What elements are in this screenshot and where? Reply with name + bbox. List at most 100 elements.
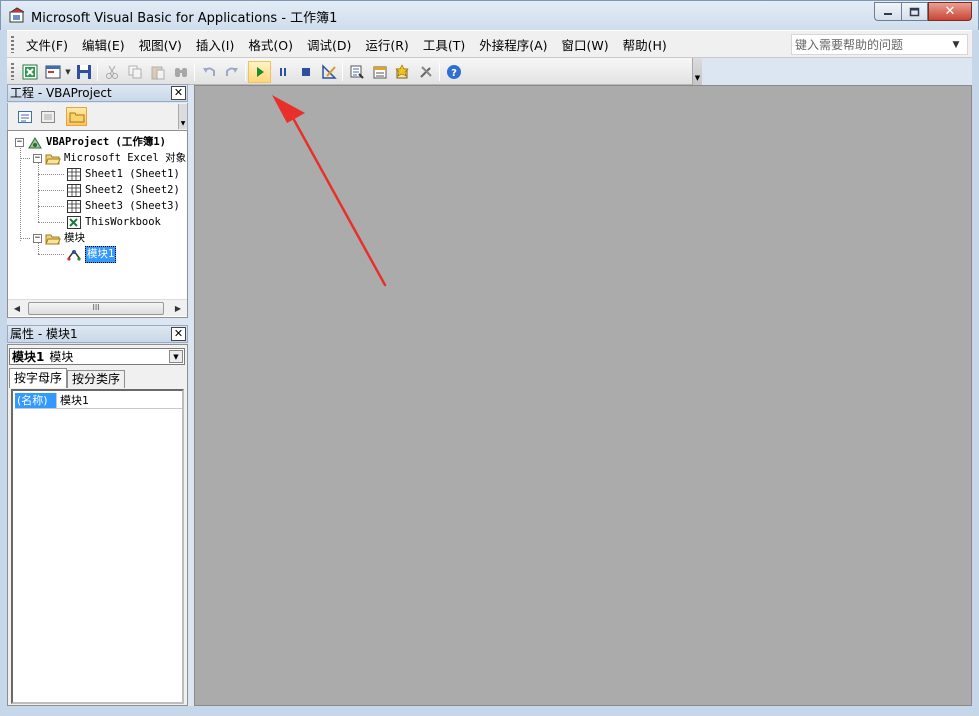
- property-name: (名称): [15, 393, 57, 408]
- folder-open-icon: [45, 232, 61, 246]
- collapse-icon[interactable]: −: [33, 234, 42, 243]
- minimize-button[interactable]: [874, 2, 901, 21]
- cut-button[interactable]: [100, 61, 123, 83]
- restore-button[interactable]: [901, 2, 928, 21]
- save-button[interactable]: [72, 61, 95, 83]
- undo-button[interactable]: [197, 61, 220, 83]
- tree-node-thisworkbook[interactable]: ThisWorkbook: [66, 215, 161, 230]
- tree-node-module1[interactable]: 模块1: [66, 246, 117, 263]
- scroll-right-icon[interactable]: ▶: [171, 302, 185, 315]
- toolbar-separator: [342, 62, 343, 81]
- project-explorer-button[interactable]: [345, 61, 368, 83]
- menu-window[interactable]: 窗口(W): [555, 35, 616, 54]
- properties-pane-close-icon[interactable]: ✕: [171, 327, 186, 341]
- title-bar[interactable]: Microsoft Visual Basic for Applications …: [0, 0, 979, 30]
- project-pane-title[interactable]: 工程 - VBAProject ✕: [7, 84, 188, 102]
- insert-userform-icon: [45, 65, 60, 78]
- view-code-icon: [17, 110, 32, 123]
- undo-icon: [202, 67, 215, 76]
- tree-connector: [38, 190, 64, 191]
- tree-node-sheet1[interactable]: Sheet1 (Sheet1): [66, 167, 180, 182]
- copy-button[interactable]: [123, 61, 146, 83]
- tree-node-sheet2[interactable]: Sheet2 (Sheet2): [66, 183, 180, 198]
- menu-insert[interactable]: 插入(I): [189, 35, 241, 54]
- tree-label: 模块1: [85, 246, 117, 263]
- tree-label: Sheet2 (Sheet2): [85, 184, 180, 196]
- tree-label: 模块: [64, 232, 85, 244]
- toolbar-separator: [439, 62, 440, 81]
- help-search-box: ▼: [791, 34, 968, 55]
- menu-run[interactable]: 运行(R): [358, 35, 415, 54]
- close-button[interactable]: ✕: [928, 2, 972, 21]
- reset-icon: [301, 67, 310, 76]
- menu-debug[interactable]: 调试(D): [300, 35, 358, 54]
- worksheet-icon: [66, 200, 82, 214]
- menu-edit[interactable]: 编辑(E): [75, 35, 132, 54]
- toolbar-separator: [97, 62, 98, 81]
- redo-button[interactable]: [220, 61, 243, 83]
- toolbar-grip[interactable]: [11, 63, 14, 80]
- menu-grip[interactable]: [11, 36, 14, 53]
- menu-tools[interactable]: 工具(T): [416, 35, 472, 54]
- chevron-down-icon[interactable]: ▼: [169, 350, 183, 363]
- paste-button[interactable]: [146, 61, 169, 83]
- menu-format[interactable]: 格式(O): [241, 35, 300, 54]
- scroll-thumb[interactable]: III: [28, 302, 164, 315]
- project-tree-hscrollbar[interactable]: ◀ III ▶: [8, 299, 187, 316]
- tree-connector: [20, 238, 30, 239]
- menu-help[interactable]: 帮助(H): [616, 35, 674, 54]
- chevron-down-icon[interactable]: ▼: [946, 40, 966, 50]
- toggle-folders-button[interactable]: [66, 107, 87, 126]
- object-select[interactable]: 模块1 模块 ▼: [9, 348, 185, 365]
- insert-dropdown-icon[interactable]: ▼: [64, 68, 72, 76]
- properties-pane-title-text: 属性 - 模块1: [10, 327, 78, 341]
- help-icon: ?: [446, 64, 461, 79]
- menu-view[interactable]: 视图(V): [132, 35, 189, 54]
- close-icon: ✕: [944, 4, 956, 19]
- view-object-button[interactable]: [37, 107, 58, 126]
- tree-label: Sheet1 (Sheet1): [85, 168, 180, 180]
- tree-connector: [38, 222, 64, 223]
- code-workspace[interactable]: [194, 85, 972, 706]
- tree-node-modules[interactable]: − 模块: [33, 231, 85, 246]
- find-button[interactable]: [169, 61, 192, 83]
- properties-window-button[interactable]: [368, 61, 391, 83]
- break-icon: [279, 67, 286, 76]
- menu-file[interactable]: 文件(F): [19, 35, 75, 54]
- view-object-icon: [40, 110, 55, 123]
- run-button[interactable]: [248, 60, 271, 83]
- toolbox-button[interactable]: [414, 61, 437, 83]
- reset-button[interactable]: [294, 61, 317, 83]
- toolbar-separator: [245, 62, 246, 81]
- property-value[interactable]: 模块1: [57, 393, 89, 408]
- object-browser-button[interactable]: [391, 61, 414, 83]
- break-button[interactable]: [271, 61, 294, 83]
- project-pane-close-icon[interactable]: ✕: [171, 86, 186, 100]
- help-search-input[interactable]: [792, 35, 946, 54]
- property-row[interactable]: (名称) 模块1: [15, 393, 182, 409]
- view-excel-icon: [22, 64, 37, 79]
- svg-text:?: ?: [451, 68, 457, 79]
- project-pane-toolbar: ▼: [7, 103, 188, 130]
- tree-node-sheet3[interactable]: Sheet3 (Sheet3): [66, 199, 180, 214]
- insert-userform-button[interactable]: [41, 61, 64, 83]
- help-button[interactable]: ?: [442, 61, 465, 83]
- folder-open-icon: [45, 152, 61, 166]
- design-mode-button[interactable]: [317, 61, 340, 83]
- tree-node-vbaproject[interactable]: − VBAProject (工作簿1): [15, 135, 166, 150]
- toolbar-overflow-icon[interactable]: ▼: [178, 104, 187, 129]
- properties-pane-title[interactable]: 属性 - 模块1 ✕: [7, 325, 188, 343]
- tab-categorized[interactable]: 按分类序: [67, 370, 126, 388]
- menu-addins[interactable]: 外接程序(A): [472, 35, 554, 54]
- worksheet-icon: [66, 168, 82, 182]
- find-icon: [174, 67, 187, 77]
- tab-alphabetic[interactable]: 按字母序: [9, 368, 68, 388]
- collapse-icon[interactable]: −: [15, 138, 24, 147]
- view-excel-button[interactable]: [18, 61, 41, 83]
- collapse-icon[interactable]: −: [33, 154, 42, 163]
- toolbar-options-icon[interactable]: ▼: [692, 58, 702, 85]
- view-code-button[interactable]: [14, 107, 35, 126]
- vbaproject-icon: [27, 136, 43, 150]
- tree-node-excel-objects[interactable]: − Microsoft Excel 对象: [33, 151, 186, 166]
- scroll-left-icon[interactable]: ◀: [10, 302, 24, 315]
